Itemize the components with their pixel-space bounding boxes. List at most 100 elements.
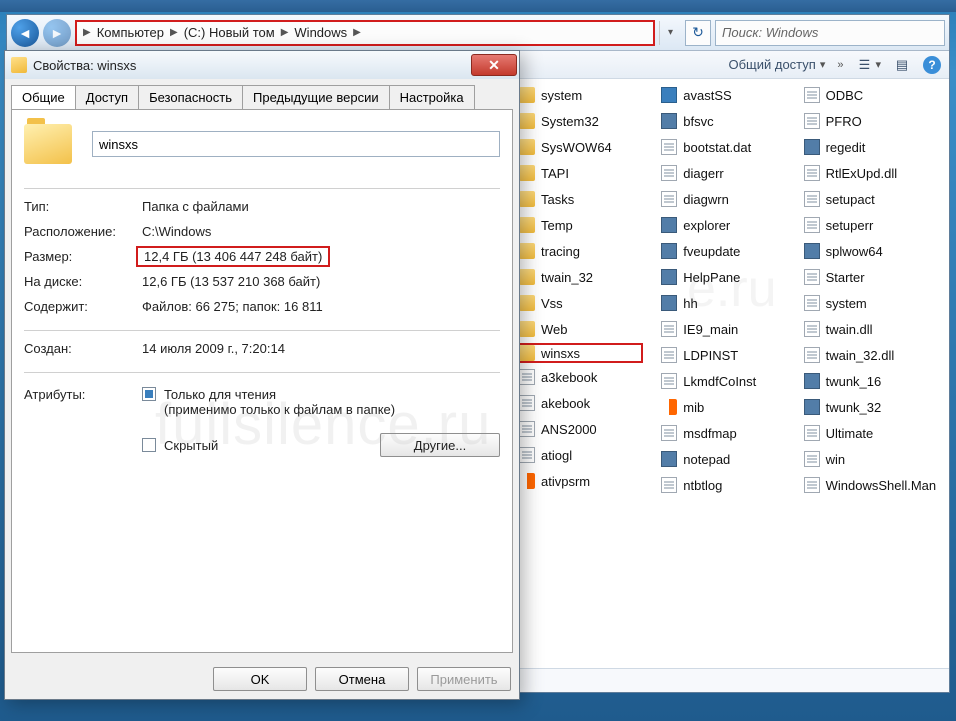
toolbar-overflow[interactable]: » — [837, 59, 843, 71]
doc-icon — [661, 321, 677, 337]
tab-security[interactable]: Безопасность — [138, 85, 243, 109]
label-location: Расположение: — [24, 224, 142, 239]
cancel-button[interactable]: Отмена — [315, 667, 409, 691]
file-item-label: ANS2000 — [541, 422, 597, 437]
doc-icon — [804, 451, 820, 467]
file-item[interactable]: msdfmap — [659, 423, 783, 443]
file-item[interactable]: twain_32 — [517, 267, 641, 287]
file-item[interactable]: ativpsrm — [517, 471, 641, 491]
file-item[interactable]: splwow64 — [802, 241, 945, 261]
file-item[interactable]: PFRO — [802, 111, 945, 131]
file-item[interactable]: LDPINST — [659, 345, 783, 365]
file-item-label: mib — [683, 400, 704, 415]
file-item[interactable]: twunk_16 — [802, 371, 945, 391]
value-type: Папка с файлами — [142, 199, 249, 214]
file-item[interactable]: ANS2000 — [517, 419, 641, 439]
file-item[interactable]: diagerr — [659, 163, 783, 183]
file-item[interactable]: SysWOW64 — [517, 137, 641, 157]
help-button[interactable]: ? — [923, 56, 941, 74]
file-item[interactable]: LkmdfCoInst — [659, 371, 783, 391]
preview-pane-button[interactable]: ▤ — [893, 56, 911, 74]
readonly-checkbox[interactable] — [142, 387, 156, 401]
ok-button[interactable]: OK — [213, 667, 307, 691]
refresh-button[interactable]: ↻ — [685, 20, 711, 46]
file-item[interactable]: mib — [659, 397, 783, 417]
view-mode-button[interactable]: ☰ ▾ — [855, 56, 881, 74]
file-item[interactable]: Tasks — [517, 189, 641, 209]
file-item-label: SysWOW64 — [541, 140, 612, 155]
file-item[interactable]: Starter — [802, 267, 945, 287]
file-item[interactable]: notepad — [659, 449, 783, 469]
forward-button[interactable]: ► — [43, 19, 71, 47]
file-item[interactable]: bootstat.dat — [659, 137, 783, 157]
file-item[interactable]: setuperr — [802, 215, 945, 235]
share-button[interactable]: Общий доступ ▾ — [728, 57, 825, 72]
other-attributes-button[interactable]: Другие... — [380, 433, 500, 457]
file-item[interactable]: twain_32.dll — [802, 345, 945, 365]
folder-icon — [11, 57, 27, 73]
doc-icon — [804, 425, 820, 441]
apply-button[interactable]: Применить — [417, 667, 511, 691]
file-item[interactable]: explorer — [659, 215, 783, 235]
close-button[interactable]: ✕ — [471, 54, 517, 76]
file-item[interactable]: System32 — [517, 111, 641, 131]
app-icon — [804, 139, 820, 155]
folder-icon — [519, 217, 535, 233]
file-item[interactable]: diagwrn — [659, 189, 783, 209]
file-item[interactable]: winsxs — [515, 343, 643, 363]
breadcrumb-folder[interactable]: Windows — [294, 25, 347, 40]
breadcrumb-computer[interactable]: Компьютер — [97, 25, 164, 40]
hidden-checkbox[interactable] — [142, 438, 156, 452]
breadcrumb-drive[interactable]: (C:) Новый том — [184, 25, 275, 40]
file-item-label: a3kebook — [541, 370, 597, 385]
file-item[interactable]: atiogl — [517, 445, 641, 465]
file-item[interactable]: RtlExUpd.dll — [802, 163, 945, 183]
folder-name-input[interactable] — [92, 131, 500, 157]
file-item[interactable]: IE9_main — [659, 319, 783, 339]
file-item[interactable]: regedit — [802, 137, 945, 157]
file-item[interactable]: akebook — [517, 393, 641, 413]
file-item[interactable]: WindowsShell.Man — [802, 475, 945, 495]
folder-icon — [519, 295, 535, 311]
file-item[interactable]: Web — [517, 319, 641, 339]
label-size: Размер: — [24, 249, 142, 264]
file-item[interactable]: system — [517, 85, 641, 105]
file-item-label: msdfmap — [683, 426, 736, 441]
address-dropdown[interactable]: ▾ — [659, 21, 681, 45]
file-item[interactable]: twain.dll — [802, 319, 945, 339]
file-item[interactable]: Vss — [517, 293, 641, 313]
value-size-on-disk: 12,6 ГБ (13 537 210 368 байт) — [142, 274, 320, 289]
file-item[interactable]: twunk_32 — [802, 397, 945, 417]
img-icon — [661, 87, 677, 103]
file-item[interactable]: TAPI — [517, 163, 641, 183]
file-item-label: fveupdate — [683, 244, 740, 259]
tab-customize[interactable]: Настройка — [389, 85, 475, 109]
file-item[interactable]: win — [802, 449, 945, 469]
file-item[interactable]: ODBC — [802, 85, 945, 105]
back-button[interactable]: ◄ — [11, 19, 39, 47]
file-item[interactable]: avastSS — [659, 85, 783, 105]
file-item[interactable]: setupact — [802, 189, 945, 209]
file-item-label: winsxs — [541, 346, 580, 361]
file-item[interactable]: tracing — [517, 241, 641, 261]
file-item[interactable]: Ultimate — [802, 423, 945, 443]
file-item[interactable]: HelpPane — [659, 267, 783, 287]
tab-access[interactable]: Доступ — [75, 85, 139, 109]
file-item[interactable]: hh — [659, 293, 783, 313]
tab-general[interactable]: Общие — [11, 85, 76, 109]
file-item[interactable]: fveupdate — [659, 241, 783, 261]
file-list[interactable]: system System32 SysWOW64 TAPI Tasks Temp traci… — [517, 85, 945, 662]
folder-icon — [519, 191, 535, 207]
chevron-right-icon: ▶ — [349, 27, 365, 38]
search-input[interactable]: Поиск: Windows — [715, 20, 945, 46]
file-item[interactable]: Temp — [517, 215, 641, 235]
doc-icon — [519, 395, 535, 411]
tab-previous-versions[interactable]: Предыдущие версии — [242, 85, 390, 109]
address-bar[interactable]: ▶ Компьютер ▶ (C:) Новый том ▶ Windows ▶ — [75, 20, 655, 46]
file-item[interactable]: bfsvc — [659, 111, 783, 131]
dialog-titlebar[interactable]: Свойства: winsxs ✕ — [5, 51, 519, 79]
file-item[interactable]: a3kebook — [517, 367, 641, 387]
file-item-label: diagwrn — [683, 192, 729, 207]
file-item[interactable]: ntbtlog — [659, 475, 783, 495]
file-item[interactable]: system — [802, 293, 945, 313]
